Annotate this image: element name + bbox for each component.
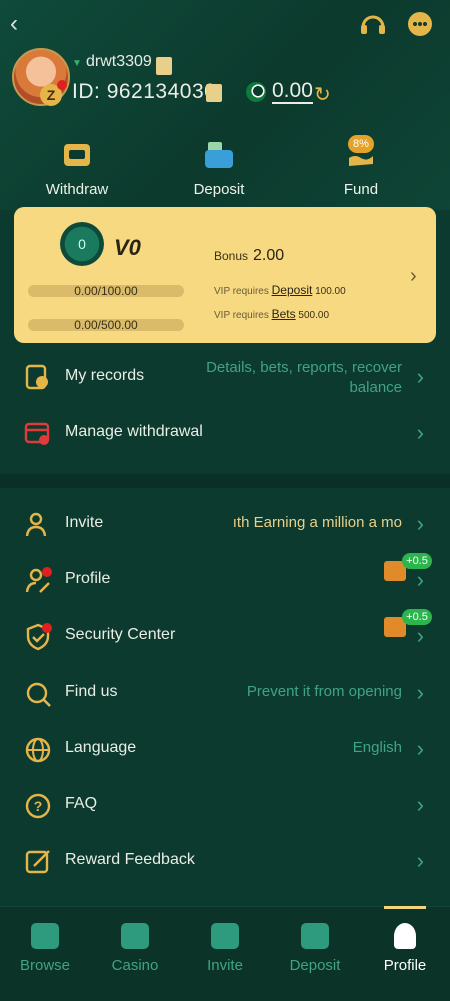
invite-row[interactable]: Invite ıth Earning a million a mo › bbox=[0, 497, 450, 553]
chevron-right-icon: › bbox=[416, 623, 424, 648]
globe-icon bbox=[25, 737, 51, 763]
profile-person-icon bbox=[394, 923, 416, 949]
deposit-wallet-icon bbox=[205, 142, 233, 168]
chevron-right-icon: › bbox=[416, 364, 424, 389]
profile-row[interactable]: Profile +0.5 › bbox=[0, 553, 450, 609]
invite-marquee: ıth Earning a million a mo bbox=[232, 514, 402, 531]
security-center-label: Security Center bbox=[65, 626, 176, 643]
tab-browse[interactable]: Browse bbox=[0, 907, 90, 1001]
vip-coin-icon: 0 bbox=[60, 222, 104, 266]
find-us-label: Find us bbox=[65, 683, 118, 700]
withdraw-button[interactable]: Withdraw bbox=[27, 140, 127, 198]
chevron-right-icon: › bbox=[416, 567, 424, 592]
vip-level: V0 bbox=[114, 235, 141, 260]
username: drwt3309 bbox=[86, 53, 152, 70]
copy-username-icon[interactable] bbox=[156, 57, 172, 75]
tab-profile[interactable]: Profile bbox=[360, 907, 450, 1001]
feedback-edit-icon bbox=[25, 850, 50, 874]
vip-requirement-bets: VIP requires Bets 500.00 bbox=[214, 307, 330, 321]
id-value: 962134030 bbox=[106, 80, 217, 103]
find-magnifier-icon bbox=[26, 682, 51, 707]
language-row[interactable]: Language English › bbox=[0, 722, 450, 778]
invite-people-icon bbox=[211, 923, 239, 949]
records-icon bbox=[25, 364, 48, 390]
manage-withdrawal-row[interactable]: Manage withdrawal › bbox=[0, 406, 450, 462]
my-records-row[interactable]: My records Details, bets, reports, recov… bbox=[0, 350, 450, 406]
question-icon: ? bbox=[25, 793, 51, 819]
support-headset-icon[interactable] bbox=[358, 10, 388, 40]
copy-id-icon[interactable] bbox=[206, 84, 222, 102]
vip-card[interactable]: 0 V0 0.00/100.00 0.00/500.00 Bonus 2.00 … bbox=[14, 207, 436, 343]
bonus-value: 2.00 bbox=[253, 247, 285, 264]
invite-person-icon bbox=[25, 512, 47, 537]
tab-invite[interactable]: Invite bbox=[180, 907, 270, 1001]
tab-deposit-label: Deposit bbox=[289, 957, 341, 974]
notification-dot bbox=[42, 567, 52, 577]
svg-text:?: ? bbox=[34, 798, 43, 814]
reward-feedback-label: Reward Feedback bbox=[65, 851, 195, 868]
faq-row[interactable]: ? FAQ › bbox=[0, 778, 450, 834]
find-us-hint: Prevent it from opening bbox=[246, 683, 402, 700]
faq-label: FAQ bbox=[65, 795, 98, 812]
id-label: ID: bbox=[72, 80, 101, 103]
tab-casino[interactable]: Casino bbox=[90, 907, 180, 1001]
my-records-hint: Details, bets, reports, recover balance bbox=[206, 359, 402, 396]
active-tab-indicator bbox=[384, 906, 426, 909]
find-us-row[interactable]: Find us Prevent it from opening › bbox=[0, 666, 450, 722]
bets-progress-text: 0.00/500.00 bbox=[74, 318, 138, 332]
tab-deposit[interactable]: Deposit bbox=[270, 907, 360, 1001]
invite-label: Invite bbox=[65, 514, 104, 531]
vip-requirement-deposit: VIP requires Deposit 100.00 bbox=[214, 283, 346, 297]
tab-browse-label: Browse bbox=[19, 957, 71, 974]
chevron-right-icon: › bbox=[416, 680, 424, 705]
chevron-right-icon: › bbox=[416, 792, 424, 817]
reward-feedback-row[interactable]: Reward Feedback › bbox=[0, 834, 450, 890]
chevron-right-icon: › bbox=[416, 511, 424, 536]
tab-invite-label: Invite bbox=[207, 957, 243, 974]
profile-label: Profile bbox=[65, 570, 111, 587]
chevron-right-icon: › bbox=[416, 736, 424, 761]
user-id: ID: 962134030 bbox=[72, 80, 216, 104]
security-center-row[interactable]: Security Center +0.5 › bbox=[0, 609, 450, 665]
withdraw-icon bbox=[64, 144, 90, 166]
chevron-right-icon: › bbox=[416, 848, 424, 873]
deposit-progress-text: 0.00/100.00 bbox=[74, 284, 138, 298]
deposit-label: Deposit bbox=[193, 181, 245, 198]
bottom-nav: Browse Casino Invite Deposit Profile bbox=[0, 906, 450, 1001]
my-records-label: My records bbox=[65, 367, 145, 384]
fund-percent-badge: 8% bbox=[348, 135, 374, 153]
deposit-button[interactable]: Deposit bbox=[169, 140, 269, 198]
tab-profile-label: Profile bbox=[383, 957, 427, 974]
back-icon[interactable]: ‹ bbox=[10, 10, 18, 38]
pakistan-flag-icon bbox=[246, 82, 266, 102]
notification-dot bbox=[42, 623, 52, 633]
tab-casino-label: Casino bbox=[111, 957, 159, 974]
casino-cards-icon bbox=[121, 923, 149, 949]
section-divider bbox=[0, 474, 450, 488]
refresh-icon[interactable]: ↻ bbox=[314, 82, 331, 107]
caret-icon: ▼ bbox=[72, 58, 82, 69]
deposit-icon bbox=[301, 923, 329, 949]
balance: 0.00 bbox=[272, 79, 313, 104]
chevron-right-icon: › bbox=[416, 420, 424, 445]
vip-deposit-link[interactable]: Deposit bbox=[272, 283, 313, 297]
withdraw-label: Withdraw bbox=[45, 181, 109, 198]
withdrawal-card-icon bbox=[24, 422, 50, 445]
notification-dot bbox=[57, 80, 67, 90]
manage-withdrawal-label: Manage withdrawal bbox=[65, 423, 203, 440]
chat-icon[interactable] bbox=[405, 10, 435, 40]
bonus-label: Bonus bbox=[214, 249, 249, 263]
chevron-right-icon: › bbox=[410, 265, 417, 287]
vip-bets-link[interactable]: Bets bbox=[272, 307, 296, 321]
browse-icon bbox=[31, 923, 59, 949]
language-value: English bbox=[352, 739, 402, 756]
language-label: Language bbox=[65, 739, 137, 756]
fund-label: Fund bbox=[343, 181, 379, 198]
